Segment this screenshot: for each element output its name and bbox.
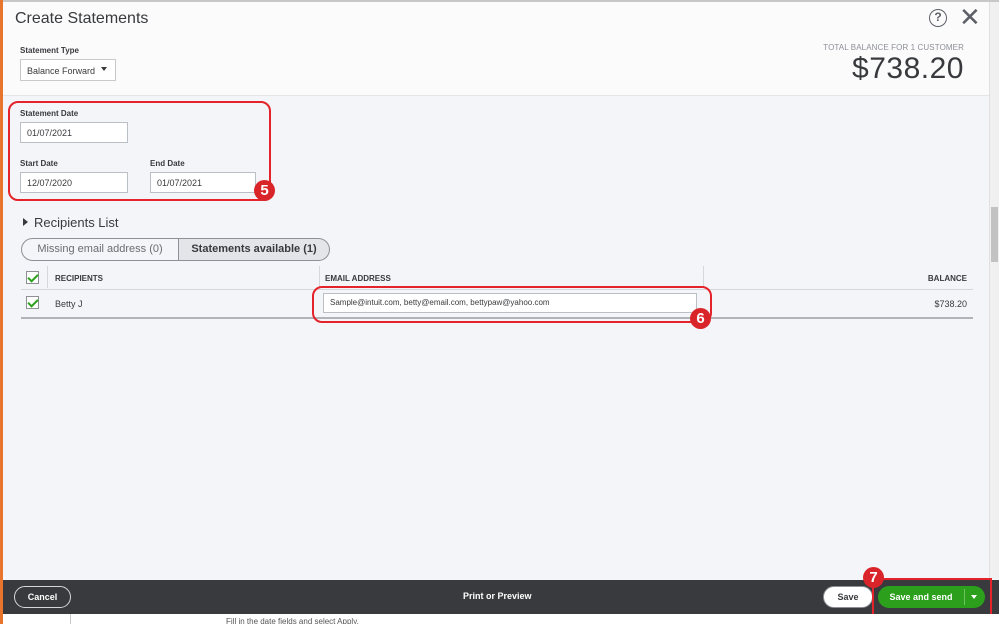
window-title: Create Statements [15, 10, 149, 27]
footer-bar: Cancel Print or Preview Save Save and se… [3, 580, 999, 614]
column-divider [319, 266, 320, 288]
recipient-balance: $738.20 [934, 299, 967, 309]
cancel-button[interactable]: Cancel [14, 586, 71, 608]
chevron-down-icon [101, 67, 107, 71]
recipient-name: Betty J [55, 299, 83, 309]
close-icon[interactable]: ✕ [959, 3, 981, 31]
column-header-recipients: RECIPIENTS [55, 274, 104, 283]
underlying-page-text: Fill in the date fields and select Apply… [226, 617, 359, 624]
column-divider [47, 266, 48, 288]
select-all-checkbox[interactable] [26, 271, 39, 284]
recipient-tabs: Missing email address (0) Statements ava… [21, 238, 330, 261]
statement-type-select[interactable]: Balance Forward [20, 59, 116, 81]
callout-box-dates [8, 101, 271, 201]
underlying-page-strip: Fill in the date fields and select Apply… [0, 614, 999, 624]
total-balance-amount: $738.20 [852, 52, 964, 85]
callout-box-email [312, 286, 712, 323]
create-statements-window: Create Statements ? ✕ Statement Type Bal… [0, 0, 999, 624]
recipients-list-label: Recipients List [34, 215, 119, 230]
scrollbar[interactable] [989, 2, 999, 579]
row-checkbox[interactable] [26, 296, 39, 309]
total-balance-label: TOTAL BALANCE FOR 1 CUSTOMER [823, 43, 964, 52]
callout-badge-5: 5 [254, 180, 275, 201]
recipients-list-toggle[interactable]: Recipients List [23, 215, 119, 230]
statement-type-label: Statement Type [20, 46, 79, 55]
callout-badge-7: 7 [863, 567, 884, 588]
page-edge [70, 614, 71, 624]
callout-badge-6: 6 [690, 308, 711, 329]
statement-type-value: Balance Forward [27, 66, 96, 76]
tab-missing-email[interactable]: Missing email address (0) [21, 238, 179, 261]
help-icon[interactable]: ? [929, 9, 947, 27]
tab-statements-available[interactable]: Statements available (1) [179, 238, 330, 261]
callout-box-save-send [872, 578, 992, 617]
column-divider [703, 266, 704, 288]
caret-right-icon [23, 218, 28, 226]
window-left-accent [0, 0, 3, 624]
scrollbar-thumb[interactable] [991, 207, 998, 262]
save-button[interactable]: Save [823, 586, 873, 608]
print-preview-link[interactable]: Print or Preview [463, 591, 532, 601]
column-header-balance: BALANCE [927, 274, 967, 283]
header-panel: Create Statements ? ✕ Statement Type Bal… [3, 2, 989, 96]
column-header-email: EMAIL ADDRESS [325, 274, 391, 283]
